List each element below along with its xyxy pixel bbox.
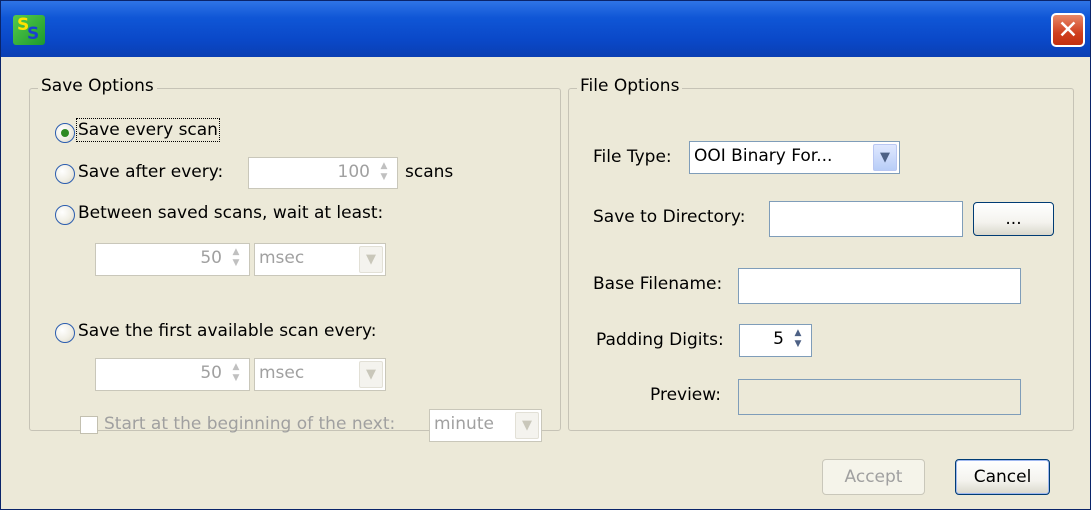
close-button[interactable]: ✕: [1051, 13, 1085, 47]
app-logo-icon: S S: [13, 15, 45, 45]
save-directory-label: Save to Directory:: [593, 207, 746, 227]
radio-save-after-every[interactable]: [55, 164, 75, 184]
cancel-button[interactable]: Cancel: [955, 459, 1050, 495]
base-filename-input[interactable]: [738, 268, 1021, 304]
padding-digits-label: Padding Digits:: [596, 330, 724, 350]
spinner-arrows-icon[interactable]: ▲ ▼: [226, 362, 246, 387]
accept-button[interactable]: Accept: [822, 459, 925, 495]
spinner-arrows-icon[interactable]: ▲ ▼: [226, 247, 246, 272]
start-next-label: Start at the beginning of the next:: [104, 414, 396, 434]
save-options-title: Save Options: [38, 76, 157, 96]
radio-between-saved-scans[interactable]: [55, 205, 75, 225]
title-bar[interactable]: S S ✕: [1, 1, 1090, 57]
file-type-label: File Type:: [593, 147, 672, 167]
file-type-value: OOI Binary For...: [694, 146, 833, 166]
chevron-down-icon[interactable]: ▼: [873, 144, 897, 171]
close-icon: ✕: [1057, 15, 1079, 44]
file-type-select[interactable]: OOI Binary For... ▼: [689, 141, 900, 174]
radio-between-saved-scans-label[interactable]: Between saved scans, wait at least:: [78, 203, 383, 223]
after-every-scans-unit: scans: [405, 162, 454, 182]
start-next-unit-value: minute: [434, 414, 494, 434]
browse-directory-button[interactable]: ...: [973, 202, 1054, 236]
file-options-title: File Options: [577, 76, 683, 96]
radio-save-after-every-label[interactable]: Save after every:: [78, 162, 223, 182]
save-options-group: Save Options Save every scan Save after …: [29, 76, 561, 442]
spinner-arrows-icon[interactable]: ▲ ▼: [374, 161, 394, 185]
app-logo-letter-2: S: [27, 24, 40, 44]
browse-directory-label: ...: [1005, 209, 1022, 229]
between-wait-value: 50: [200, 248, 222, 268]
radio-save-every-scan-label[interactable]: Save every scan: [76, 118, 220, 142]
padding-digits-value: 5: [773, 329, 784, 349]
radio-save-every-scan[interactable]: [55, 123, 75, 143]
between-wait-stepper[interactable]: 50 ▲ ▼: [95, 243, 250, 276]
accept-button-label: Accept: [844, 467, 903, 487]
save-directory-input[interactable]: [769, 201, 963, 237]
after-every-scans-value: 100: [337, 162, 370, 182]
save-options-dialog: S S ✕ Save Options Save every scan Save …: [0, 0, 1091, 510]
preview-field: [738, 379, 1021, 415]
file-options-group: File Options File Type: OOI Binary For..…: [568, 76, 1074, 431]
preview-label: Preview:: [650, 385, 721, 405]
start-next-unit-select[interactable]: minute ▼: [429, 409, 542, 442]
between-wait-unit-select[interactable]: msec ▼: [254, 243, 386, 276]
chevron-down-icon[interactable]: ▼: [515, 412, 539, 439]
after-every-scans-stepper[interactable]: 100 ▲ ▼: [248, 157, 398, 189]
first-available-stepper[interactable]: 50 ▲ ▼: [95, 358, 250, 391]
radio-first-available-scan[interactable]: [55, 323, 75, 343]
first-available-unit-value: msec: [259, 363, 305, 383]
chevron-down-icon[interactable]: ▼: [359, 361, 383, 388]
cancel-button-label: Cancel: [973, 467, 1032, 487]
chevron-down-icon[interactable]: ▼: [359, 246, 383, 273]
first-available-value: 50: [200, 363, 222, 383]
base-filename-label: Base Filename:: [593, 274, 723, 294]
between-wait-unit-value: msec: [259, 248, 305, 268]
first-available-unit-select[interactable]: msec ▼: [254, 358, 386, 391]
padding-digits-stepper[interactable]: 5 ▲ ▼: [739, 324, 812, 357]
start-next-checkbox[interactable]: [80, 416, 98, 434]
dialog-body: Save Options Save every scan Save after …: [7, 57, 1084, 505]
radio-first-available-scan-label[interactable]: Save the first available scan every:: [78, 321, 377, 341]
spinner-arrows-icon[interactable]: ▲ ▼: [788, 328, 808, 353]
